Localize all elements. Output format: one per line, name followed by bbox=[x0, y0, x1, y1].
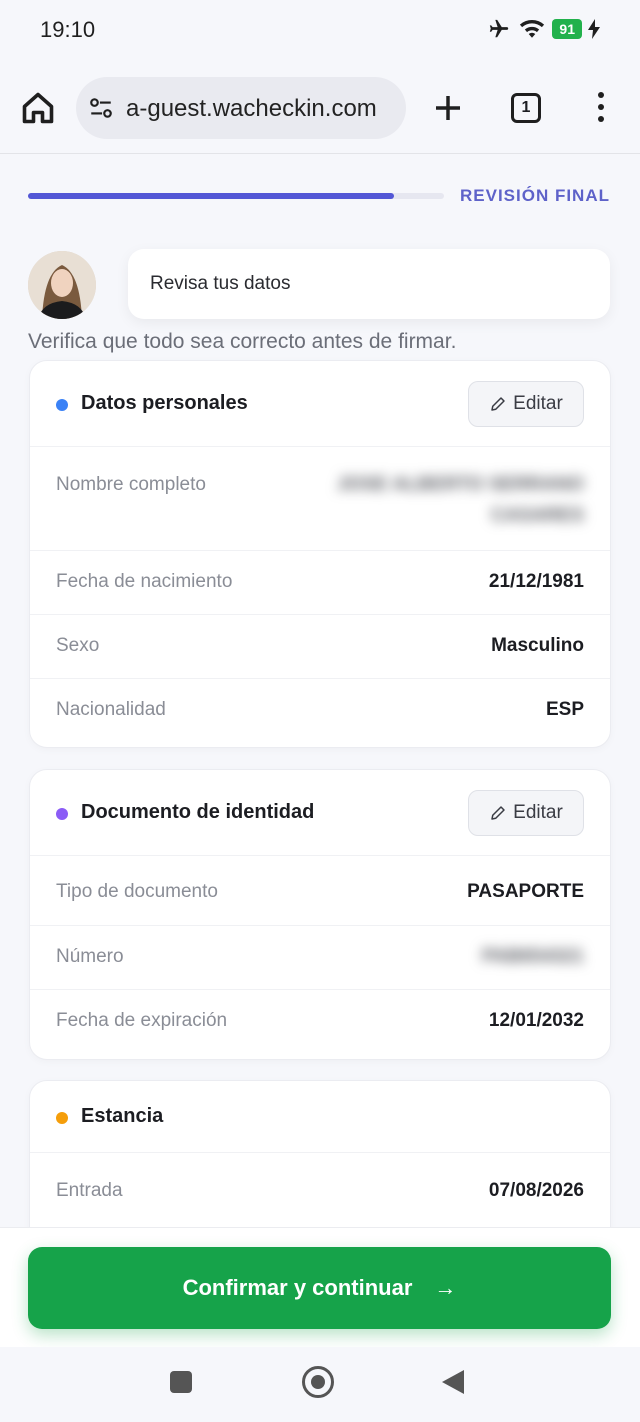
url-text[interactable]: a-guest.wacheckin.com bbox=[126, 95, 396, 123]
field-row: Número PAB654321 bbox=[30, 926, 610, 990]
field-label: Nombre completo bbox=[56, 474, 206, 495]
field-value-document-number: PAB654321 bbox=[481, 946, 584, 967]
field-value-name-2: CASARES bbox=[491, 505, 584, 526]
edit-label: Editar bbox=[513, 802, 563, 823]
field-label: Número bbox=[56, 946, 124, 967]
airplane-icon bbox=[490, 19, 509, 38]
progress-fill bbox=[28, 193, 395, 199]
status-dot bbox=[56, 808, 68, 820]
field-row: Fecha de nacimiento 21/12/1981 bbox=[30, 551, 610, 615]
recents-icon[interactable] bbox=[170, 1371, 192, 1393]
confirm-continue-button[interactable]: Confirmar y continuar → bbox=[28, 1247, 611, 1329]
sticky-footer: Confirmar y continuar → bbox=[0, 1227, 640, 1347]
identity-document-card: Documento de identidad Editar Tipo de do… bbox=[29, 769, 611, 1060]
chat-bubble: Revisa tus datos bbox=[128, 249, 610, 319]
system-navigation-bar bbox=[0, 1347, 640, 1422]
status-dot bbox=[56, 1112, 68, 1124]
field-label: Tipo de documento bbox=[56, 881, 218, 902]
status-time: 19:10 bbox=[40, 17, 96, 42]
field-label: Entrada bbox=[56, 1180, 123, 1201]
status-icons: 91 bbox=[486, 18, 600, 40]
status-dot bbox=[56, 399, 68, 411]
card-title: Documento de identidad bbox=[81, 801, 315, 823]
status-bar: 19:10 91 bbox=[0, 0, 640, 62]
browser-toolbar: a-guest.wacheckin.com 1 bbox=[0, 62, 640, 154]
field-row: Nombre completo JOSE ALBERTO SERRANO CAS… bbox=[30, 447, 610, 551]
page-content: REVISIÓN FINAL Revisa tus datos Verifica… bbox=[0, 155, 640, 1227]
card-header: Documento de identidad Editar bbox=[30, 770, 610, 856]
stay-card: Estancia Entrada 07/08/2026 bbox=[29, 1080, 611, 1227]
edit-label: Editar bbox=[513, 393, 563, 414]
page-subtitle: Verifica que todo sea correcto antes de … bbox=[28, 330, 457, 353]
progress-step-label: REVISIÓN FINAL bbox=[459, 186, 610, 205]
field-value: 07/08/2026 bbox=[488, 1180, 584, 1201]
field-row: Entrada 07/08/2026 bbox=[30, 1153, 610, 1227]
card-header: Datos personales Editar bbox=[30, 361, 610, 447]
arrow-right-icon: → bbox=[434, 1275, 457, 1300]
field-value: ESP bbox=[545, 699, 584, 720]
pencil-icon bbox=[491, 806, 505, 820]
personal-data-card: Datos personales Editar Nombre completo … bbox=[29, 360, 611, 748]
field-value-name-1: JOSE ALBERTO SERRANO bbox=[336, 474, 584, 495]
cta-label: Confirmar y continuar bbox=[182, 1275, 413, 1300]
battery-level: 91 bbox=[552, 19, 582, 39]
edit-personal-button[interactable]: Editar bbox=[468, 381, 584, 427]
field-row: Fecha de expiración 12/01/2032 bbox=[30, 990, 610, 1059]
pencil-icon bbox=[491, 397, 505, 411]
wifi-icon bbox=[520, 19, 545, 38]
field-row: Tipo de documento PASAPORTE bbox=[30, 856, 610, 926]
card-header: Estancia bbox=[30, 1081, 610, 1153]
progress-bar bbox=[28, 193, 444, 199]
field-label: Nacionalidad bbox=[56, 699, 166, 720]
bubble-text: Revisa tus datos bbox=[150, 273, 291, 294]
home-nav-icon[interactable] bbox=[302, 1366, 334, 1398]
charging-icon bbox=[588, 19, 600, 39]
field-value: Masculino bbox=[491, 635, 584, 656]
site-settings-icon[interactable] bbox=[88, 95, 114, 121]
field-row: Sexo Masculino bbox=[30, 615, 610, 679]
host-avatar bbox=[28, 251, 96, 319]
edit-document-button[interactable]: Editar bbox=[468, 790, 584, 836]
field-label: Fecha de nacimiento bbox=[56, 571, 233, 592]
field-label: Fecha de expiración bbox=[56, 1010, 228, 1031]
more-menu-icon[interactable] bbox=[592, 92, 610, 126]
field-value: 12/01/2032 bbox=[488, 1010, 584, 1031]
field-row: Nacionalidad ESP bbox=[30, 679, 610, 747]
back-icon[interactable] bbox=[442, 1370, 464, 1394]
field-label: Sexo bbox=[56, 635, 100, 656]
field-value: PASAPORTE bbox=[467, 881, 584, 902]
address-bar[interactable]: a-guest.wacheckin.com bbox=[76, 77, 406, 139]
card-title: Estancia bbox=[81, 1105, 164, 1127]
field-value: 21/12/1981 bbox=[488, 571, 584, 592]
card-title: Datos personales bbox=[81, 392, 248, 414]
new-tab-icon[interactable] bbox=[432, 92, 464, 124]
tab-switcher-button[interactable]: 1 bbox=[511, 93, 541, 123]
home-icon[interactable] bbox=[20, 90, 56, 126]
